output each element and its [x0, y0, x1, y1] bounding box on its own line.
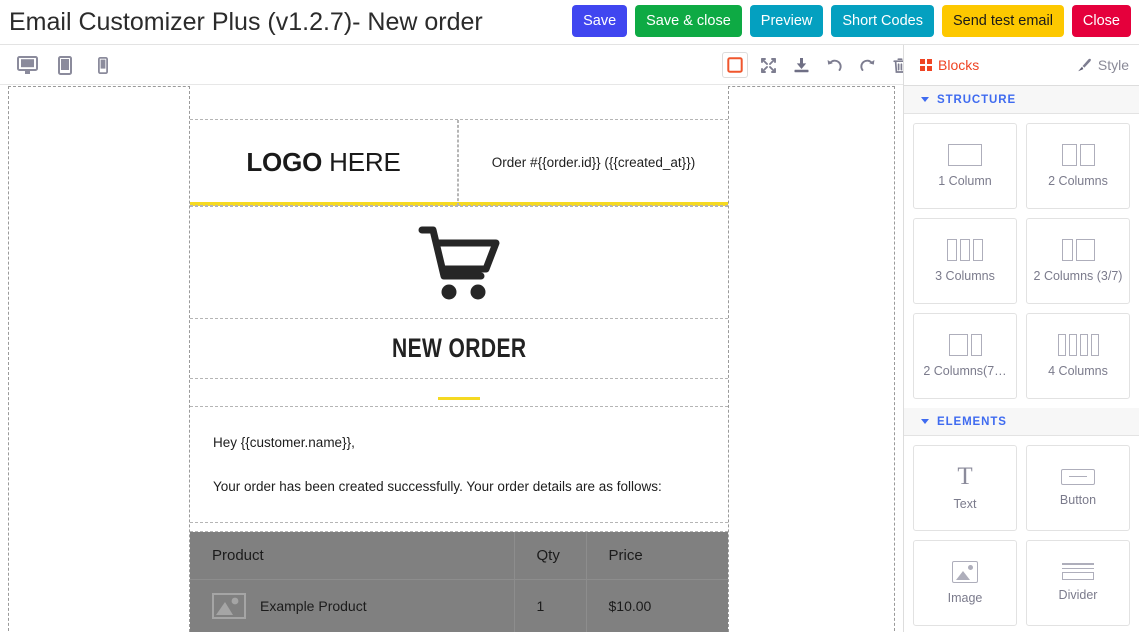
toggle-borders-button[interactable]: [722, 52, 748, 78]
divider-icon: [1062, 562, 1094, 581]
table-spacer-row[interactable]: [190, 523, 728, 533]
logo-light: HERE: [322, 147, 401, 177]
element-text[interactable]: T Text: [913, 445, 1017, 531]
product-image-placeholder-icon: [212, 593, 246, 620]
import-export-button[interactable]: [788, 52, 814, 78]
tab-style-label: Style: [1097, 57, 1129, 73]
order-meta-text: Order #{{order.id}} ({{created_at}}): [491, 155, 696, 170]
undo-button[interactable]: [821, 52, 847, 78]
email-template-body[interactable]: LOGO HERE Order #{{order.id}} ({{created…: [189, 86, 729, 632]
element-divider[interactable]: Divider: [1026, 540, 1130, 626]
block-4-columns-label: 4 Columns: [1048, 363, 1108, 378]
element-image[interactable]: Image: [913, 540, 1017, 626]
tablet-view-button[interactable]: [52, 52, 78, 78]
section-title-elements: ELEMENTS: [937, 415, 1007, 428]
send-test-email-button[interactable]: Send test email: [941, 5, 1064, 37]
fullscreen-button[interactable]: [755, 52, 781, 78]
block-3-columns[interactable]: 3 Columns: [913, 218, 1017, 304]
intro-text: Your order has been created successfully…: [213, 478, 662, 494]
chevron-down-icon: [921, 97, 929, 102]
block-2-columns-37-label: 2 Columns (3/7): [1033, 268, 1123, 283]
desktop-view-button[interactable]: [14, 52, 40, 78]
block-1-column-label: 1 Column: [938, 173, 992, 188]
column-header-qty: Qty: [514, 532, 587, 581]
shopping-cart-icon: [418, 226, 500, 299]
logo-bold: LOGO: [246, 147, 323, 177]
structure-blocks-grid: 1 Column 2 Columns 3 Columns 2 Columns (…: [904, 114, 1139, 408]
chevron-down-icon: [921, 419, 929, 424]
two-columns-icon: [1061, 143, 1095, 166]
cell-product: Example Product: [190, 579, 515, 632]
body-text-block[interactable]: Hey {{customer.name}}, Your order has be…: [190, 407, 728, 524]
sidebar-tabs: Blocks Style: [904, 45, 1139, 86]
block-2-columns-37[interactable]: 2 Columns (3/7): [1026, 218, 1130, 304]
element-text-label: Text: [953, 497, 977, 511]
image-icon: [952, 560, 978, 583]
save-and-close-button[interactable]: Save & close: [635, 5, 742, 37]
elements-blocks-grid: T Text Button Image Divider: [904, 436, 1139, 635]
table-row[interactable]: Example Product 1 $10.00: [190, 579, 728, 632]
top-spacer-row[interactable]: [190, 86, 728, 108]
block-2-columns-label: 2 Columns: [1048, 173, 1108, 188]
greeting-text: Hey {{customer.name}},: [213, 435, 355, 450]
editor-toolbar: [0, 45, 907, 85]
logo-block[interactable]: LOGO HERE: [190, 120, 458, 206]
brush-icon: [1077, 58, 1092, 72]
tab-blocks-label: Blocks: [938, 57, 980, 73]
section-title-structure: STRUCTURE: [937, 93, 1017, 106]
block-2-columns-73[interactable]: 2 Columns(7…: [913, 313, 1017, 399]
redo-button[interactable]: [854, 52, 880, 78]
logo-text: LOGO HERE: [246, 147, 400, 178]
three-columns-icon: [947, 238, 983, 261]
heading-text: NEW ORDER: [391, 333, 527, 363]
block-1-column[interactable]: 1 Column: [913, 123, 1017, 209]
top-spacer-row-2[interactable]: [190, 108, 728, 120]
email-canvas-area[interactable]: LOGO HERE Order #{{order.id}} ({{created…: [0, 86, 903, 632]
cell-qty: 1: [514, 579, 587, 632]
right-sidebar: Blocks Style STRUCTURE 1 Column 2 Column…: [903, 45, 1139, 632]
heading-block[interactable]: NEW ORDER: [190, 319, 728, 379]
table-header-row: Product Qty Price: [190, 532, 728, 581]
block-4-columns[interactable]: 4 Columns: [1026, 313, 1130, 399]
one-column-icon: [948, 143, 982, 166]
cell-price: $10.00: [586, 579, 728, 632]
element-divider-label: Divider: [1058, 588, 1098, 603]
element-button-label: Button: [1059, 492, 1097, 507]
close-button[interactable]: Close: [1071, 5, 1131, 37]
block-2-columns-73-label: 2 Columns(7…: [923, 363, 1007, 378]
top-header-bar: Email Customizer Plus (v1.2.7)- New orde…: [0, 0, 1139, 45]
button-icon: [1061, 468, 1095, 485]
email-outer-wrapper[interactable]: LOGO HERE Order #{{order.id}} ({{created…: [8, 86, 895, 632]
two-columns-73-icon: [948, 333, 982, 356]
header-row[interactable]: LOGO HERE Order #{{order.id}} ({{created…: [190, 120, 728, 206]
accent-divider-bar: [438, 397, 480, 400]
mobile-view-button[interactable]: [90, 52, 116, 78]
element-image-label: Image: [947, 590, 983, 605]
order-items-table[interactable]: Product Qty Price Example Product 1 $10.…: [190, 532, 728, 632]
header-action-buttons: Save Save & close Preview Short Codes Se…: [572, 4, 1131, 38]
text-icon: T: [957, 463, 973, 490]
page-title: Email Customizer Plus (v1.2.7)- New orde…: [9, 8, 483, 36]
product-name: Example Product: [260, 598, 367, 615]
column-header-product: Product: [190, 532, 515, 581]
canvas-tools-group: [722, 48, 913, 82]
short-codes-button[interactable]: Short Codes: [831, 5, 934, 37]
save-button[interactable]: Save: [572, 5, 628, 37]
order-meta-block[interactable]: Order #{{order.id}} ({{created_at}}): [458, 120, 728, 206]
block-2-columns[interactable]: 2 Columns: [1026, 123, 1130, 209]
section-header-elements[interactable]: ELEMENTS: [904, 408, 1139, 436]
element-button[interactable]: Button: [1026, 445, 1130, 531]
four-columns-icon: [1057, 333, 1099, 356]
device-preview-group: [14, 45, 116, 85]
tab-style[interactable]: Style: [1077, 57, 1129, 73]
block-3-columns-label: 3 Columns: [935, 268, 995, 283]
accent-divider-block[interactable]: [190, 379, 728, 407]
column-header-price: Price: [586, 532, 728, 581]
preview-button[interactable]: Preview: [749, 5, 824, 37]
section-header-structure[interactable]: STRUCTURE: [904, 86, 1139, 114]
two-columns-37-icon: [1061, 238, 1095, 261]
grid-icon: [920, 59, 932, 71]
hero-icon-block[interactable]: [190, 206, 728, 319]
tab-blocks[interactable]: Blocks: [920, 57, 979, 73]
